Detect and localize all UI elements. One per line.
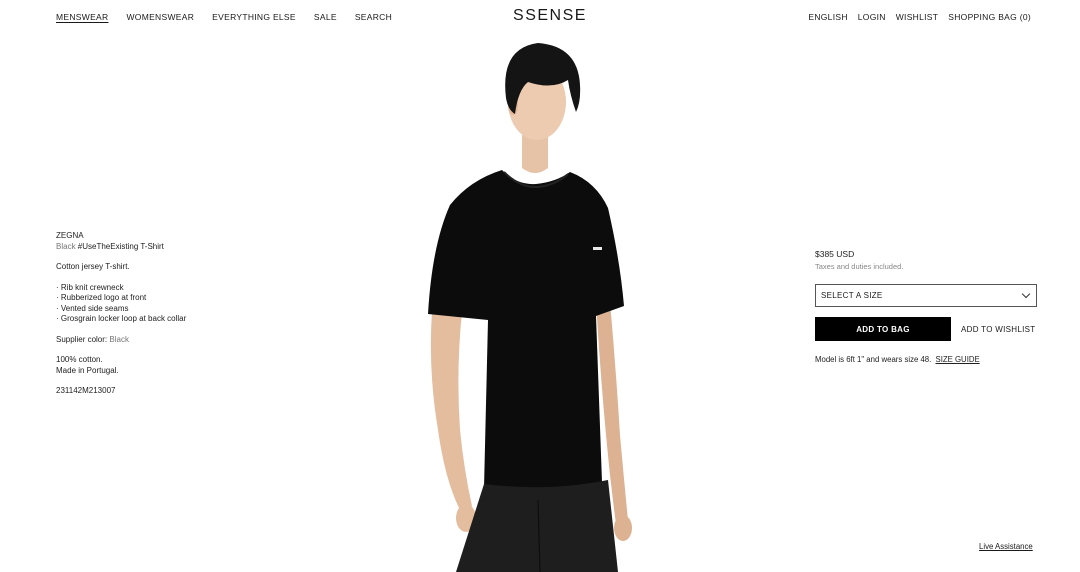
- model-info-text: Model is 6ft 1" and wears size 48.: [815, 355, 932, 364]
- product-title: Black #UseTheExisting T-Shirt: [56, 242, 246, 253]
- size-select-label: SELECT A SIZE: [821, 291, 883, 300]
- product-description: Cotton jersey T-shirt.: [56, 262, 130, 271]
- nav-wishlist[interactable]: WISHLIST: [896, 12, 939, 22]
- chevron-down-icon: [1021, 289, 1031, 298]
- feature-item: · Rubberized logo at front: [56, 293, 147, 302]
- product-brand[interactable]: ZEGNA: [56, 231, 246, 242]
- product-color: Black: [56, 241, 76, 251]
- add-to-wishlist-button[interactable]: ADD TO WISHLIST: [961, 325, 1035, 334]
- supplier-color-label: Supplier color:: [56, 334, 108, 344]
- product-price: $385 USD: [815, 249, 855, 259]
- product-composition: 100% cotton. Made in Portugal.: [56, 355, 246, 376]
- size-select[interactable]: SELECT A SIZE: [815, 284, 1037, 307]
- product-features: · Rib knit crewneck · Rubberized logo at…: [56, 283, 246, 325]
- feature-item: · Vented side seams: [56, 303, 129, 313]
- purchase-panel: $385 USD Taxes and duties included. SELE…: [815, 249, 1037, 364]
- purchase-actions: ADD TO BAG ADD TO WISHLIST: [815, 317, 1037, 341]
- nav-language[interactable]: ENGLISH: [808, 12, 847, 22]
- product-image[interactable]: [420, 40, 640, 572]
- supplier-color-value: Black: [109, 334, 129, 344]
- nav-login[interactable]: LOGIN: [858, 12, 886, 22]
- account-nav: ENGLISH LOGIN WISHLIST SHOPPING BAG (0): [808, 12, 1031, 22]
- size-guide-link[interactable]: SIZE GUIDE: [936, 355, 980, 364]
- live-assistance-link[interactable]: Live Assistance: [979, 542, 1033, 551]
- feature-item: · Rib knit crewneck: [56, 282, 124, 292]
- composition: 100% cotton.: [56, 355, 103, 364]
- supplier-color: Supplier color: Black: [56, 335, 246, 346]
- product-details: ZEGNA Black #UseTheExisting T-Shirt Cott…: [56, 231, 246, 397]
- feature-item: · Grosgrain locker loop at back collar: [56, 314, 187, 323]
- model-info: Model is 6ft 1" and wears size 48. SIZE …: [815, 355, 1037, 364]
- add-to-bag-button[interactable]: ADD TO BAG: [815, 317, 951, 341]
- origin: Made in Portugal.: [56, 365, 119, 375]
- nav-shopping-bag[interactable]: SHOPPING BAG (0): [948, 12, 1031, 22]
- product-sku: 231142M213007: [56, 386, 116, 395]
- product-name: #UseTheExisting T-Shirt: [77, 241, 164, 251]
- taxes-note: Taxes and duties included.: [815, 262, 904, 271]
